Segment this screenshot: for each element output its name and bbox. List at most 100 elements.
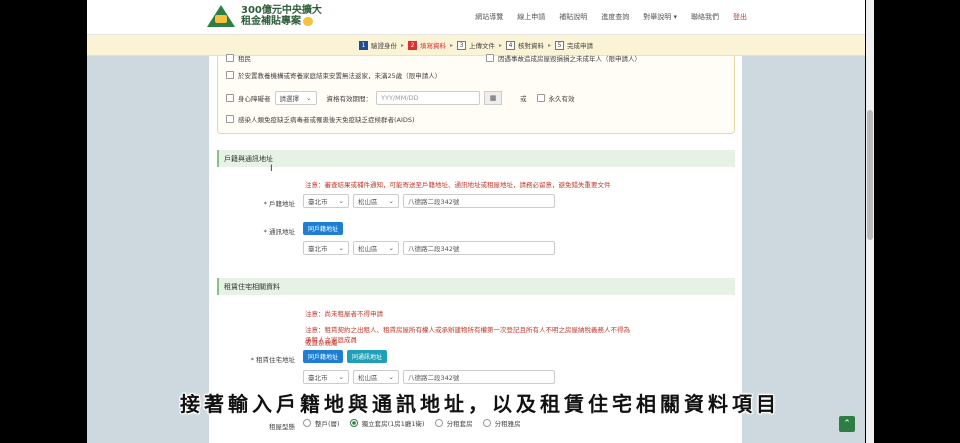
nav-apply-online[interactable]: 線上申請 xyxy=(517,12,545,22)
rental-same-mail-button[interactable]: 同通訊地址 xyxy=(347,350,388,363)
form-panel: 租民 因遇事故造成房屋毀損損之未成年人（限申請人） 於安置教養機構或寄養家庭結束… xyxy=(209,53,742,443)
browser-page: 300億元中央擴大 租金補貼專案 網站導覽 線上申請 補貼說明 進度查詢 對舉說… xyxy=(87,0,865,443)
rental-type-label-1: 獨立套房(1房1廳1衛) xyxy=(361,420,425,428)
step-4-number: 4 xyxy=(506,40,516,50)
rental-district-select[interactable]: 松山區 ⌄ xyxy=(353,370,399,384)
top-navbar: 300億元中央擴大 租金補貼專案 網站導覽 線上申請 補貼說明 進度查詢 對舉說… xyxy=(87,0,865,35)
identity-row0-right: 因遇事故造成房屋毀損損之未成年人（限申請人） xyxy=(498,55,641,63)
rental-type-label-3: 分租雅房 xyxy=(494,420,521,428)
calendar-icon[interactable]: ▦ xyxy=(484,91,502,105)
mail-district-select[interactable]: 松山區 ⌄ xyxy=(353,241,399,255)
mail-address-row: 臺北市 ⌄ 松山區 ⌄ 八德路二段342號 xyxy=(303,241,555,255)
text-cursor-icon: I xyxy=(270,164,273,174)
disability-checkbox[interactable] xyxy=(226,94,234,102)
reg-city-value: 臺北市 xyxy=(308,198,328,206)
step-separator-icon: ▸ xyxy=(548,41,552,49)
reg-district-value: 松山區 xyxy=(358,198,378,206)
permanent-checkbox[interactable] xyxy=(536,94,545,102)
back-to-top-icon[interactable]: ⌃ xyxy=(839,416,855,432)
valid-date-input[interactable]: YYY/MM/DD xyxy=(376,91,480,105)
progress-steps: 1 驗證身份 ▸ 2 填寫資料 ▸ 3 上傳文件 ▸ 4 核對資料 ▸ 5 完成申請 xyxy=(87,35,865,56)
nav-subsidy-info[interactable]: 補貼說明 xyxy=(559,12,587,22)
step-1-number: 1 xyxy=(358,40,368,50)
checkbox[interactable] xyxy=(226,115,234,123)
identity-row3-text: 感染人類免疫缺乏病毒者或罹患後天免疫缺乏症候群者(AIDS) xyxy=(238,116,415,124)
identity-options-box: 租民 因遇事故造成房屋毀損損之未成年人（限申請人） 於安置教養機構或寄養家庭結束… xyxy=(217,53,735,134)
chevron-down-icon: ⌄ xyxy=(388,373,394,381)
chevron-down-icon: ⌄ xyxy=(306,94,312,102)
scrollbar-thumb[interactable] xyxy=(867,110,873,240)
chevron-down-icon: ⌄ xyxy=(338,373,344,381)
reg-address-row: 臺北市 ⌄ 松山區 ⌄ 八德路二段342號 xyxy=(303,194,555,208)
step-separator-icon: ▸ xyxy=(499,41,503,49)
site-logo[interactable]: 300億元中央擴大 租金補貼專案 xyxy=(207,5,322,27)
checkbox[interactable] xyxy=(486,54,494,62)
rental-address-row: 臺北市 ⌄ 松山區 ⌄ 八德路二段342號 xyxy=(303,370,555,384)
step-3: 3 上傳文件 xyxy=(457,40,495,50)
nav-help-dropdown[interactable]: 對舉說明 ▾ xyxy=(643,12,677,22)
nav-logout[interactable]: 登出 xyxy=(733,12,747,22)
rental-district-value: 松山區 xyxy=(358,374,378,382)
checkbox[interactable] xyxy=(226,71,234,79)
step-3-number: 3 xyxy=(457,40,466,50)
identity-row1-text: 於安置教養機構或寄養家庭結束安置無法返家，未滿25歲（限申請人） xyxy=(238,72,442,80)
logo-line2-text: 租金補貼專案 xyxy=(241,16,301,27)
logo-line1: 300億元中央擴大 xyxy=(241,5,322,16)
household-note: 注意：審查結果或補件通知，可能寄送至戶籍地址、通訊地址或租屋地址，請務必留意，避… xyxy=(305,181,611,189)
chevron-down-icon: ⌄ xyxy=(338,244,344,252)
step-1-label: 驗證身份 xyxy=(370,42,397,50)
rental-type-radio-1[interactable] xyxy=(349,419,358,427)
rental-type-radio-3[interactable] xyxy=(482,419,491,427)
identity-row-disability: 身心障礙者 請選擇 ⌄ 資格有效期間： YYY/MM/DD ▦ 或 永久有效 xyxy=(226,91,575,105)
identity-row-0-right: 因遇事故造成房屋毀損損之未成年人（限申請人） xyxy=(486,53,641,63)
mail-city-select[interactable]: 臺北市 ⌄ xyxy=(303,241,349,255)
reg-district-select[interactable]: 松山區 ⌄ xyxy=(353,194,399,208)
step-1: 1 驗證身份 xyxy=(358,40,397,50)
disability-select-value: 請選擇 xyxy=(279,95,300,103)
identity-row-0: 租民 xyxy=(226,53,251,63)
step-2-number: 2 xyxy=(407,40,417,50)
reg-address-label: * 戶籍地址 xyxy=(263,200,295,208)
checkbox[interactable] xyxy=(226,54,234,62)
rental-type-radio-0[interactable] xyxy=(303,419,311,427)
chevron-down-icon: ⌄ xyxy=(388,244,394,252)
rental-type-label-0: 整戶(層) xyxy=(315,420,340,428)
step-3-label: 上傳文件 xyxy=(469,42,495,50)
rental-btn-row: 同戶籍地址 同通訊地址 xyxy=(303,350,388,363)
disability-select[interactable]: 請選擇 ⌄ xyxy=(274,91,317,105)
mail-district-value: 松山區 xyxy=(358,245,378,253)
step-5: 5 完成申請 xyxy=(555,40,593,50)
or-label: 或 xyxy=(520,95,527,103)
rental-type-label: 租屋型態 xyxy=(269,423,295,431)
rental-street-input[interactable]: 八德路二段342號 xyxy=(403,370,555,384)
logo-text: 300億元中央擴大 租金補貼專案 xyxy=(241,5,322,27)
rental-note-2: 注意：租賃契約之出租人、租賃房屋所有權人或承辦建物所有權第一次登記且所有人不明之… xyxy=(305,326,630,344)
nav-sitemap[interactable]: 網站導覽 xyxy=(475,12,503,22)
logo-line2: 租金補貼專案 xyxy=(241,16,322,27)
reg-city-select[interactable]: 臺北市 ⌄ xyxy=(303,194,349,208)
main-nav: 網站導覽 線上申請 補貼說明 進度查詢 對舉說明 ▾ 聯絡我們 登出 xyxy=(475,12,747,22)
step-separator-icon: ▸ xyxy=(400,41,404,49)
logo-mark-icon xyxy=(207,5,235,27)
same-as-reg-button[interactable]: 同戶籍地址 xyxy=(303,222,344,235)
disability-label: 身心障礙者 xyxy=(238,95,271,103)
logo-badge-icon xyxy=(303,17,313,26)
step-5-label: 完成申請 xyxy=(567,42,594,50)
reg-street-input[interactable]: 八德路二段342號 xyxy=(403,194,555,208)
rental-city-select[interactable]: 臺北市 ⌄ xyxy=(303,370,349,384)
step-separator-icon: ▸ xyxy=(449,41,453,49)
rental-same-reg-button[interactable]: 同戶籍地址 xyxy=(303,350,344,363)
chevron-down-icon: ⌄ xyxy=(388,197,394,205)
rental-type-radio-2[interactable] xyxy=(434,419,443,427)
identity-row-aids: 感染人類免疫缺乏病毒者或罹患後天免疫缺乏症候群者(AIDS) xyxy=(226,114,415,124)
identity-row-1: 於安置教養機構或寄養家庭結束安置無法返家，未滿25歲（限申請人） xyxy=(226,70,441,80)
valid-period-label: 資格有效期間： xyxy=(326,95,373,103)
nav-progress[interactable]: 進度查詢 xyxy=(601,12,629,22)
mail-street-input[interactable]: 八德路二段342號 xyxy=(403,241,555,255)
mail-address-label: * 通訊地址 xyxy=(263,228,295,236)
step-4: 4 核對資料 xyxy=(506,40,544,50)
rental-note-1: 注意：尚未租屋者不得申請 xyxy=(305,310,383,318)
rental-note-2b: 或直系親屬 xyxy=(305,339,338,347)
household-section-header: 戶籍與通訊地址 xyxy=(217,150,735,167)
nav-contact[interactable]: 聯絡我們 xyxy=(691,12,719,22)
